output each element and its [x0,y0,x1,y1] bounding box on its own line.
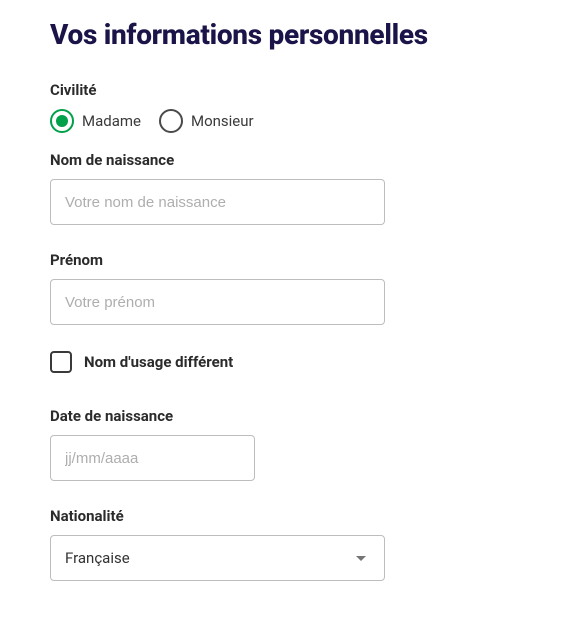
radio-madame[interactable]: Madame [50,109,141,133]
radio-unselected-icon [159,109,183,133]
different-usage-name-checkbox[interactable]: Nom d'usage différent [50,351,531,373]
birth-date-label: Date de naissance [50,407,531,425]
nationality-label: Nationalité [50,507,531,525]
radio-monsieur-label: Monsieur [191,112,254,130]
first-name-label: Prénom [50,251,531,269]
radio-selected-icon [50,109,74,133]
civility-field: Civilité Madame Monsieur Nom de naissanc… [50,81,531,225]
civility-label: Civilité [50,81,531,99]
birth-name-label: Nom de naissance [50,151,531,169]
nationality-selected-value: Française [65,549,130,567]
radio-monsieur[interactable]: Monsieur [159,109,254,133]
page-title: Vos informations personnelles [50,18,531,51]
birth-date-field: Date de naissance [50,407,531,481]
nationality-field: Nationalité Française [50,507,531,581]
checkbox-unchecked-icon [50,351,72,373]
different-usage-name-label: Nom d'usage différent [84,353,233,371]
civility-radio-group: Madame Monsieur [50,109,531,133]
nationality-select[interactable]: Française [50,535,385,581]
birth-name-input[interactable] [50,179,385,225]
first-name-field: Prénom [50,251,531,325]
chevron-down-icon [356,556,366,561]
birth-date-input[interactable] [50,435,255,481]
radio-madame-label: Madame [82,112,141,130]
first-name-input[interactable] [50,279,385,325]
